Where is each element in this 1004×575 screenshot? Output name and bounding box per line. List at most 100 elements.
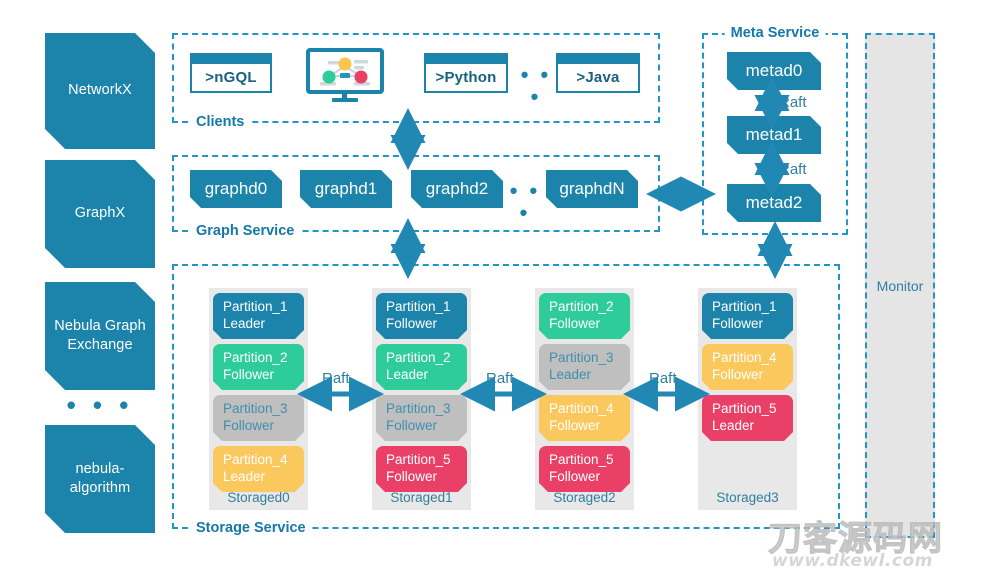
meta-service-label: Meta Service <box>724 26 826 41</box>
partition-row[interactable]: Partition_3 Follower <box>376 395 467 441</box>
monitor-label: Monitor <box>876 278 924 294</box>
storage-service-label: Storage Service <box>190 520 312 535</box>
metad0-label: metad0 <box>745 61 803 80</box>
partition-name: Partition_2 <box>549 299 614 314</box>
host-storaged1: Partition_1 Follower Partition_2 Leader … <box>372 288 471 510</box>
partition-name: Partition_5 <box>712 401 777 416</box>
storage-raft-label-2: Raft <box>649 370 677 387</box>
graphdN-node[interactable]: graphdN <box>546 170 638 208</box>
ecosystem-networkx: NetworkX <box>45 33 155 149</box>
algorithm-line-1: nebula- <box>75 460 125 477</box>
partition-role: Leader <box>386 367 429 383</box>
ecosystem-networkx-label: NetworkX <box>68 82 132 99</box>
algorithm-line-2: algorithm <box>69 480 131 496</box>
ecosystem-graphx: GraphX <box>45 160 155 268</box>
graph-service-ellipsis: • • • <box>509 178 541 225</box>
ecosystem-exchange-label: Nebula Graph Exchange <box>54 317 145 355</box>
partition-role: Follower <box>549 469 601 485</box>
partition-name: Partition_4 <box>223 452 288 467</box>
graphd1-node[interactable]: graphd1 <box>300 170 392 208</box>
partition-role: Leader <box>549 367 592 383</box>
client-java[interactable]: >Java <box>556 53 640 93</box>
metad0-node[interactable]: metad0 <box>727 52 821 90</box>
partition-name: Partition_4 <box>712 350 777 365</box>
partition-row[interactable]: Partition_5 Follower <box>376 446 467 492</box>
ecosystem-ellipsis: • • • <box>66 390 134 420</box>
partition-role: Follower <box>386 316 438 332</box>
partition-name: Partition_1 <box>712 299 777 314</box>
meta-raft-label-0: Raft <box>779 94 807 111</box>
graph-service-label: Graph Service <box>190 223 301 238</box>
architecture-diagram: NetworkX GraphX Nebula Graph Exchange • … <box>0 0 1004 575</box>
client-java-label: >Java <box>576 69 620 86</box>
partition-role: Follower <box>223 367 275 383</box>
graphd0-label: graphd0 <box>204 179 268 198</box>
client-ngql[interactable]: >nGQL <box>190 53 272 93</box>
partition-row[interactable]: Partition_4 Follower <box>702 344 793 390</box>
partition-role: Follower <box>386 418 438 434</box>
partition-name: Partition_5 <box>549 452 614 467</box>
host-label: Storaged0 <box>227 490 290 505</box>
partition-name: Partition_1 <box>223 299 288 314</box>
partition-role: Follower <box>549 316 601 332</box>
partition-row[interactable]: Partition_5 Follower <box>539 446 630 492</box>
metad1-label: metad1 <box>745 125 803 144</box>
partition-name: Partition_1 <box>386 299 451 314</box>
partition-row[interactable]: Partition_4 Leader <box>213 446 304 492</box>
graphd1-label: graphd1 <box>314 179 378 198</box>
client-python-label: >Python <box>435 69 497 86</box>
metad2-label: metad2 <box>745 193 803 212</box>
studio-monitor-svg <box>306 48 384 102</box>
partition-role: Leader <box>223 316 266 332</box>
ecosystem-algorithm-label: nebula- algorithm <box>70 460 131 498</box>
partition-name: Partition_3 <box>549 350 614 365</box>
partition-row[interactable]: Partition_5 Leader <box>702 395 793 441</box>
storage-raft-label-1: Raft <box>486 370 514 387</box>
host-label: Storaged2 <box>553 490 616 505</box>
metad2-node[interactable]: metad2 <box>727 184 821 222</box>
partition-name: Partition_5 <box>386 452 451 467</box>
host-storaged3: Partition_1 Follower Partition_4 Followe… <box>698 288 797 510</box>
partition-name: Partition_4 <box>549 401 614 416</box>
partition-name: Partition_2 <box>223 350 288 365</box>
watermark-en: www.dkewl.com <box>772 551 933 571</box>
host-label: Storaged1 <box>390 490 453 505</box>
partition-row[interactable]: Partition_1 Leader <box>213 293 304 339</box>
partition-row[interactable]: Partition_1 Follower <box>376 293 467 339</box>
graphdN-label: graphdN <box>559 179 625 198</box>
partition-row[interactable]: Partition_2 Leader <box>376 344 467 390</box>
partition-row[interactable]: Partition_4 Follower <box>539 395 630 441</box>
partition-name: Partition_3 <box>386 401 451 416</box>
meta-raft-label-1: Raft <box>779 161 807 178</box>
clients-label: Clients <box>190 114 251 129</box>
partition-name: Partition_3 <box>223 401 288 416</box>
partition-row[interactable]: Partition_3 Leader <box>539 344 630 390</box>
storage-raft-label-0: Raft <box>322 370 350 387</box>
exchange-line-2: Exchange <box>67 337 133 353</box>
partition-row[interactable]: Partition_1 Follower <box>702 293 793 339</box>
metad1-node[interactable]: metad1 <box>727 116 821 154</box>
partition-role: Follower <box>386 469 438 485</box>
graphd2-label: graphd2 <box>425 179 489 198</box>
graphd2-node[interactable]: graphd2 <box>411 170 503 208</box>
partition-row[interactable]: Partition_3 Follower <box>213 395 304 441</box>
partition-role: Follower <box>223 418 275 434</box>
host-label: Storaged3 <box>716 490 779 505</box>
partition-row[interactable]: Partition_2 Follower <box>539 293 630 339</box>
client-ngql-label: >nGQL <box>205 69 257 86</box>
host-storaged2: Partition_2 Follower Partition_3 Leader … <box>535 288 634 510</box>
partition-role: Leader <box>712 418 755 434</box>
clients-ellipsis: • • • <box>520 62 552 109</box>
partition-role: Follower <box>712 316 764 332</box>
host-storaged0: Partition_1 Leader Partition_2 Follower … <box>209 288 308 510</box>
graphd0-node[interactable]: graphd0 <box>190 170 282 208</box>
ecosystem-nebula-graph-exchange: Nebula Graph Exchange <box>45 282 155 390</box>
nebula-studio-icon[interactable] <box>306 48 384 104</box>
ecosystem-graphx-label: GraphX <box>74 205 126 222</box>
partition-name: Partition_2 <box>386 350 451 365</box>
partition-row[interactable]: Partition_2 Follower <box>213 344 304 390</box>
exchange-line-1: Nebula Graph <box>54 317 146 334</box>
partition-role: Leader <box>223 469 266 485</box>
partition-role: Follower <box>712 367 764 383</box>
client-python[interactable]: >Python <box>424 53 508 93</box>
